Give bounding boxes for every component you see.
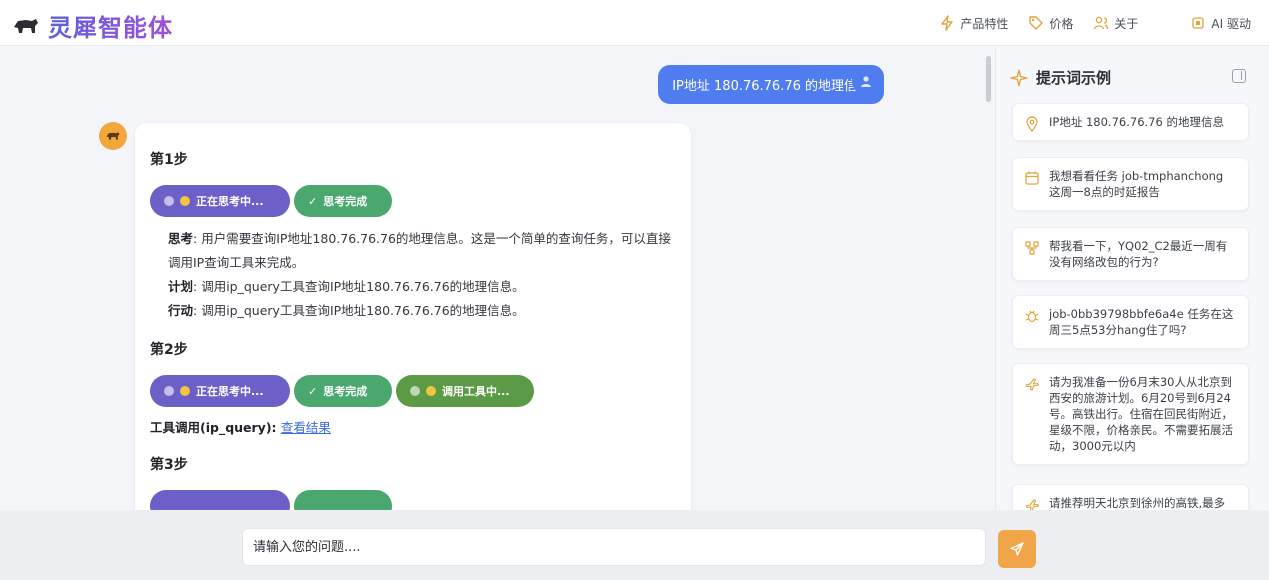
lightning-icon — [941, 15, 954, 31]
action-text: : 调用ip_query工具查询IP地址180.76.76.76的地理信息。 — [193, 303, 525, 318]
tag-icon — [1029, 16, 1044, 30]
rhino-avatar-icon — [106, 132, 120, 140]
step-title: 第2步 — [150, 342, 188, 358]
nav-about[interactable]: 关于 — [1093, 15, 1138, 32]
prompt-item[interactable]: IP地址 180.76.76.76 的地理信息 — [1012, 103, 1249, 141]
clock-icon — [164, 386, 174, 396]
prompt-item[interactable]: 请推荐明天北京到徐州的高铁,最多 — [1012, 484, 1249, 510]
think-text: : 用户需要查询IP地址180.76.76.76的地理信息。这是一个简单的查询任… — [168, 231, 671, 270]
prompt-item[interactable]: 请为我准备一份6月末30人从北京到西安的旅游计划。6月20号到6月24号。高铁出… — [1012, 363, 1249, 465]
prompt-examples-sidebar: 提示词示例 IP地址 180.76.76.76 的地理信息 我想看看任务 job… — [995, 47, 1269, 510]
action-label: 行动 — [168, 303, 194, 318]
send-icon — [1010, 542, 1024, 556]
brand-logo[interactable]: 灵犀智能体 — [12, 8, 173, 43]
question-input[interactable] — [242, 528, 986, 566]
app-title: 灵犀智能体 — [48, 8, 173, 43]
plan-label: 计划 — [168, 279, 194, 294]
collapse-sidebar-icon[interactable] — [1232, 69, 1246, 83]
chip-thinking-label: 正在思考中... — [196, 385, 264, 398]
chip-thinking[interactable]: 正在思考中... — [150, 185, 290, 217]
chip-done[interactable]: ✓ 思考完成 — [294, 185, 392, 217]
step-status-chips — [150, 490, 676, 510]
plane-icon — [1025, 378, 1040, 391]
prompt-text: IP地址 180.76.76.76 的地理信息 — [1049, 115, 1224, 129]
prompt-item[interactable]: job-0bb39798bbfe6a4e 任务在这周三5点53分hang住了吗? — [1012, 295, 1249, 349]
rhino-logo-icon — [14, 18, 38, 33]
user-icon — [861, 76, 871, 87]
bot-response-card: 第1步 正在思考中... ✓ 思考完成 思考: 用户需要查询IP地址180.76… — [135, 123, 691, 510]
bulb-icon — [180, 386, 190, 396]
plane-icon — [1025, 499, 1040, 510]
check-icon: ✓ — [308, 194, 318, 208]
chip-thinking[interactable] — [150, 490, 290, 510]
clock-icon — [164, 196, 174, 206]
top-nav: 产品特性 价格 关于 AI 驱动 — [939, 0, 1251, 46]
chip-done-label: 思考完成 — [323, 385, 368, 398]
think-label: 思考 — [168, 231, 194, 246]
user-avatar — [852, 67, 880, 95]
step-1: 第1步 正在思考中... ✓ 思考完成 思考: 用户需要查询IP地址180.76… — [150, 149, 676, 323]
send-button[interactable] — [998, 530, 1036, 568]
prompt-text: 帮我看一下，YQ02_C2最近一周有没有网络改包的行为? — [1049, 239, 1228, 269]
step-status-chips: 正在思考中... ✓ 思考完成 调用工具中... — [150, 375, 676, 407]
prompt-text: 请为我准备一份6月末30人从北京到西安的旅游计划。6月20号到6月24号。高铁出… — [1049, 375, 1233, 453]
prompt-text: 我想看看任务 job-tmphanchong 这周一8点的时延报告 — [1049, 169, 1224, 199]
input-area — [0, 510, 1269, 580]
step-status-chips: 正在思考中... ✓ 思考完成 — [150, 185, 676, 217]
chip-tool-label: 调用工具中... — [442, 385, 510, 398]
chip-tool-calling[interactable]: 调用工具中... — [396, 375, 534, 407]
action-line: 行动: 调用ip_query工具查询IP地址180.76.76.76的地理信息。 — [168, 299, 676, 323]
bot-avatar — [99, 122, 127, 150]
step-detail: 思考: 用户需要查询IP地址180.76.76.76的地理信息。这是一个简单的查… — [150, 227, 676, 323]
chip-thinking[interactable]: 正在思考中... — [150, 375, 290, 407]
tool-call-line: 工具调用(ip_query): 查看结果 — [150, 417, 676, 436]
chip-done-label: 思考完成 — [323, 195, 368, 208]
chat-area[interactable]: IP地址 180.76.76.76 的地理信息 第1步 正在思考中... ✓ 思… — [0, 47, 980, 510]
sidebar-title: 提示词示例 — [1036, 69, 1112, 87]
step-3: 第3步 — [150, 454, 676, 510]
user-message-row: IP地址 180.76.76.76 的地理信息 — [658, 65, 884, 104]
bulb-icon — [180, 196, 190, 206]
prompt-text: 请推荐明天北京到徐州的高铁,最多 — [1049, 496, 1226, 510]
location-icon — [1026, 116, 1038, 132]
check-icon: ✓ — [308, 384, 318, 398]
step-title: 第3步 — [150, 457, 188, 473]
chip-done[interactable]: ✓ 思考完成 — [294, 375, 392, 407]
chat-scrollbar[interactable] — [986, 56, 991, 102]
step-2: 第2步 正在思考中... ✓ 思考完成 调用工具中... 工具调用(ip_que… — [150, 339, 676, 436]
nav-pricing-label: 价格 — [1049, 16, 1074, 31]
prompt-text: job-0bb39798bbfe6a4e 任务在这周三5点53分hang住了吗? — [1049, 307, 1234, 337]
clock-icon — [410, 386, 420, 396]
nav-features[interactable]: 产品特性 — [939, 15, 1008, 32]
tool-call-label: 工具调用(ip_query): — [150, 420, 281, 435]
nav-about-label: 关于 — [1114, 16, 1139, 31]
nav-pricing[interactable]: 价格 — [1028, 15, 1073, 32]
users-icon — [1094, 16, 1109, 30]
nav-ai-driver[interactable]: AI 驱动 — [1190, 15, 1251, 32]
prompt-item[interactable]: 我想看看任务 job-tmphanchong 这周一8点的时延报告 — [1012, 157, 1249, 211]
step-title: 第1步 — [150, 152, 188, 168]
nav-features-label: 产品特性 — [960, 16, 1009, 31]
sparkle-icon — [1010, 68, 1028, 87]
bug-icon — [1025, 310, 1039, 323]
sidebar-header: 提示词示例 — [1010, 67, 1111, 88]
plan-line: 计划: 调用ip_query工具查询IP地址180.76.76.76的地理信息。 — [168, 275, 676, 299]
calendar-icon — [1025, 171, 1039, 185]
chip-thinking-label: 正在思考中... — [196, 195, 264, 208]
view-result-link[interactable]: 查看结果 — [281, 420, 331, 435]
plan-text: : 调用ip_query工具查询IP地址180.76.76.76的地理信息。 — [193, 279, 525, 294]
prompt-item[interactable]: 帮我看一下，YQ02_C2最近一周有没有网络改包的行为? — [1012, 227, 1249, 281]
bulb-icon — [426, 386, 436, 396]
chip-done[interactable] — [294, 490, 392, 510]
user-message-bubble: IP地址 180.76.76.76 的地理信息 — [658, 65, 884, 104]
top-header: 灵犀智能体 产品特性 价格 关于 AI 驱动 — [0, 0, 1269, 46]
network-icon — [1025, 241, 1039, 255]
nav-ai-driver-label: AI 驱动 — [1211, 16, 1251, 31]
chip-icon — [1192, 17, 1205, 29]
think-line: 思考: 用户需要查询IP地址180.76.76.76的地理信息。这是一个简单的查… — [168, 227, 676, 275]
